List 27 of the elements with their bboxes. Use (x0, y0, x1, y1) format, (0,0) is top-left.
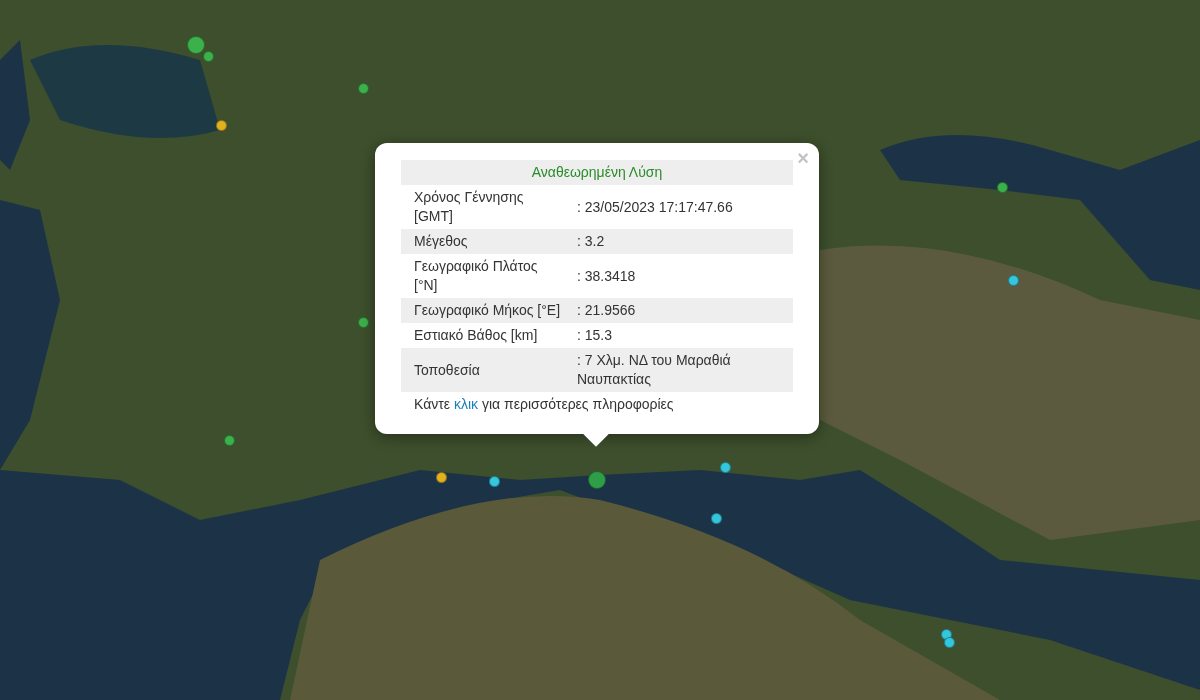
popup-title: Αναθεωρημένη Λύση (401, 160, 793, 185)
field-label: Τοποθεσία (413, 360, 481, 380)
field-label: Γεωγραφικό Μήκος [°E] (413, 301, 562, 320)
earthquake-marker[interactable] (943, 636, 955, 648)
field-value: : 23/05/2023 17:17:47.66 (576, 197, 734, 217)
earthquake-marker[interactable] (1007, 274, 1019, 286)
field-value: : 7 Χλμ. ΝΔ του Μαραθιά Ναυπακτίας (576, 351, 732, 389)
earthquake-marker[interactable] (202, 50, 214, 62)
earthquake-marker[interactable] (435, 471, 447, 483)
more-info-text: Κάντε κλικ για περισσότερες πληροφορίες (414, 396, 674, 412)
earthquake-marker[interactable] (357, 82, 369, 94)
earthquake-marker[interactable] (215, 119, 227, 131)
field-value: : 3.2 (576, 232, 606, 251)
more-info-link[interactable]: κλικ (453, 396, 479, 412)
earthquake-marker[interactable] (719, 461, 731, 473)
field-label: Εστιακό Βάθος [km] (413, 326, 539, 345)
field-value: : 21.9566 (576, 301, 637, 320)
field-label: Μέγεθος (413, 232, 469, 251)
earthquake-marker[interactable] (357, 316, 369, 328)
earthquake-marker[interactable] (223, 434, 235, 446)
field-label: Γεωγραφικό Πλάτος [°N] (413, 257, 539, 295)
earthquake-marker[interactable] (488, 475, 500, 487)
earthquake-marker[interactable] (710, 512, 722, 524)
earthquake-marker[interactable] (996, 181, 1008, 193)
field-value: : 38.3418 (576, 266, 637, 286)
field-value: : 15.3 (576, 326, 614, 345)
field-label: Χρόνος Γέννησης [GMT] (413, 188, 525, 226)
